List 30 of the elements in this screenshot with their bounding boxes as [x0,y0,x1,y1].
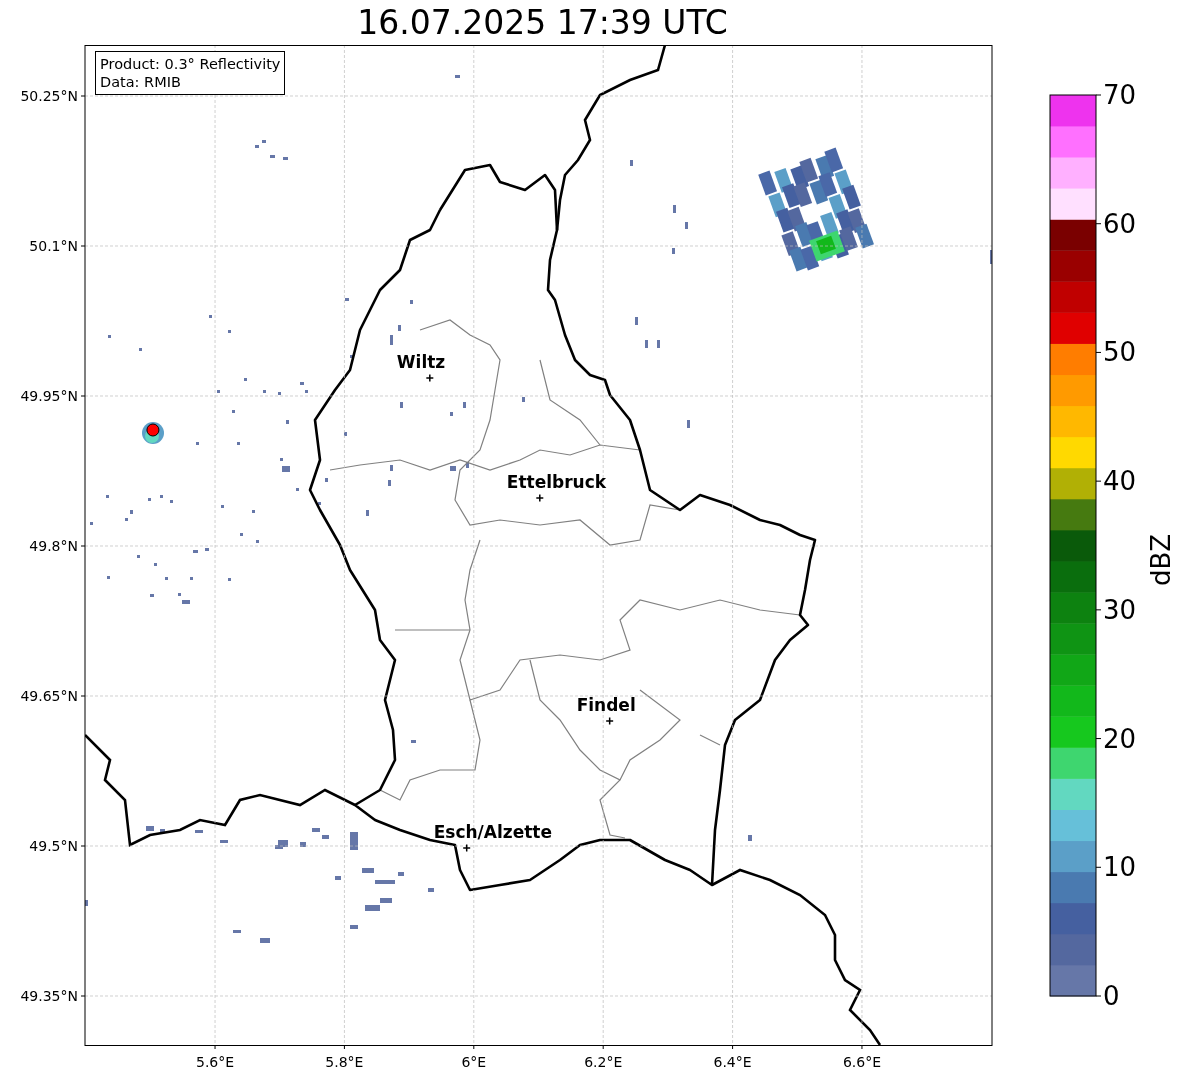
latitude-tick-label: 50.1°N [29,238,78,254]
colorbar-tick-label: 40 [1103,466,1137,497]
colorbar-label: dBZ [1146,533,1176,587]
latitude-tick-label: 49.95°N [20,388,78,404]
longitude-tick-label: 6.4°E [713,1054,752,1070]
chart-title: 16.07.2025 17:39 UTC [356,3,729,42]
latitude-tick-label: 49.5°N [29,838,78,854]
colorbar-tick-label: 10 [1103,852,1137,883]
colorbar-tick-label: 50 [1103,337,1137,368]
city-label: Esch/Alzette [433,822,552,842]
colorbar-tick-label: 70 [1103,80,1137,110]
longitude-tick-label: 6°E [461,1054,487,1070]
longitude-tick-label: 6.6°E [842,1054,882,1070]
longitude-tick-label: 5.6°E [195,1054,235,1070]
city-label: Findel [576,695,636,715]
colorbar-tick-label: 30 [1103,594,1137,625]
latitude-tick-label: 49.8°N [29,538,78,554]
longitude-tick-label: 6.2°E [584,1054,623,1070]
latitude-tick-label: 49.65°N [20,688,78,704]
colorbar-tick-label: 60 [1103,208,1137,239]
info-text: Product: 0.3° Reflectivity [100,55,281,73]
canton-border-line [699,734,721,746]
latitude-tick-label: 50.25°N [20,88,78,104]
colorbar-tick-label: 0 [1103,981,1120,1011]
colorbar-tick-label: 20 [1103,723,1137,754]
latitude-tick-label: 49.35°N [20,988,78,1004]
longitude-tick-label: 5.8°E [325,1054,364,1070]
info-text: Data: RMIB [100,73,182,91]
city-label: Wiltz [396,352,446,372]
city-label: Ettelbruck [506,472,607,492]
